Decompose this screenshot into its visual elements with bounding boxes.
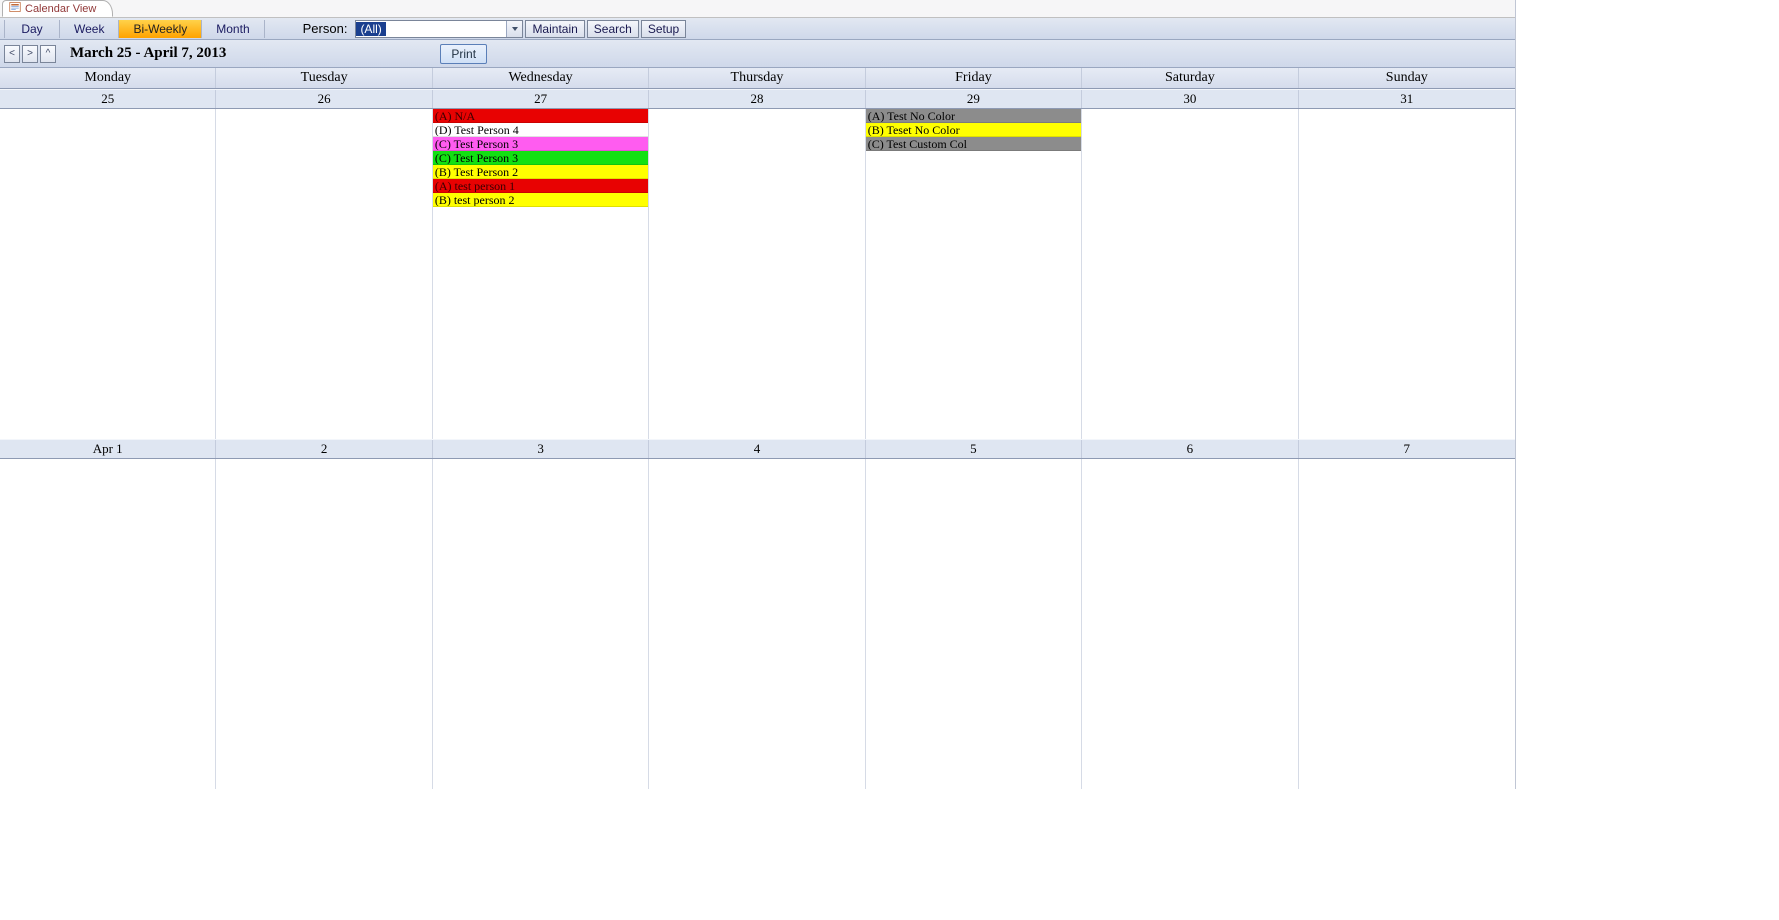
week2-days-row	[0, 459, 1515, 789]
day-cell[interactable]	[866, 459, 1082, 789]
prev-button[interactable]: <	[4, 45, 20, 63]
chevron-left-icon: <	[9, 48, 15, 59]
person-select[interactable]: (All)	[355, 20, 523, 38]
person-select-value: (All)	[356, 22, 386, 36]
weekday-cell: Tuesday	[216, 68, 432, 88]
person-label: Person:	[299, 21, 356, 36]
date-cell[interactable]: 31	[1299, 90, 1515, 108]
weekday-cell: Saturday	[1082, 68, 1298, 88]
next-button[interactable]: >	[22, 45, 38, 63]
search-button[interactable]: Search	[587, 20, 639, 38]
weekday-cell: Thursday	[649, 68, 865, 88]
event-bar[interactable]: (B) Test Person 2	[433, 165, 648, 179]
weekday-cell: Friday	[866, 68, 1082, 88]
day-cell[interactable]	[0, 109, 216, 439]
event-bar[interactable]: (C) Test Person 3	[433, 137, 648, 151]
weekday-cell: Wednesday	[433, 68, 649, 88]
date-cell[interactable]: 27	[433, 90, 649, 108]
chevron-down-icon[interactable]	[506, 21, 522, 37]
day-cell[interactable]	[216, 459, 432, 789]
maintain-button[interactable]: Maintain	[525, 20, 584, 38]
day-cell[interactable]: (A) Test No Color(B) Teset No Color(C) T…	[866, 109, 1082, 439]
date-cell[interactable]: 5	[866, 440, 1082, 458]
event-bar[interactable]: (B) test person 2	[433, 193, 648, 207]
date-cell[interactable]: 25	[0, 90, 216, 108]
form-icon	[9, 1, 21, 16]
day-cell[interactable]	[649, 109, 865, 439]
event-bar[interactable]: (D) Test Person 4	[433, 123, 648, 137]
date-cell[interactable]: 28	[649, 90, 865, 108]
week1-days-row: (A) N/A(D) Test Person 4(C) Test Person …	[0, 109, 1515, 439]
view-toolbar: DayWeekBi-WeeklyMonth Person: (All) Main…	[0, 18, 1515, 40]
day-cell[interactable]	[1299, 109, 1515, 439]
day-cell[interactable]	[649, 459, 865, 789]
view-btn-day[interactable]: Day	[4, 20, 60, 38]
up-button[interactable]: ^	[40, 45, 56, 63]
date-cell[interactable]: 6	[1082, 440, 1298, 458]
chevron-up-icon: ^	[46, 48, 51, 59]
date-cell[interactable]: 4	[649, 440, 865, 458]
event-bar[interactable]: (B) Teset No Color	[866, 123, 1081, 137]
day-cell[interactable]: (A) N/A(D) Test Person 4(C) Test Person …	[433, 109, 649, 439]
date-range-label: March 25 - April 7, 2013	[60, 45, 226, 62]
day-cell[interactable]	[433, 459, 649, 789]
date-cell[interactable]: Apr 1	[0, 440, 216, 458]
event-bar[interactable]: (C) Test Custom Col	[866, 137, 1081, 151]
date-cell[interactable]: 29	[866, 90, 1082, 108]
week2-dates-row: Apr 1234567	[0, 439, 1515, 459]
weekday-cell: Sunday	[1299, 68, 1515, 88]
setup-button[interactable]: Setup	[641, 20, 686, 38]
day-cell[interactable]	[1082, 459, 1298, 789]
date-cell[interactable]: 30	[1082, 90, 1298, 108]
date-cell[interactable]: 7	[1299, 440, 1515, 458]
print-button[interactable]: Print	[440, 44, 487, 64]
event-bar[interactable]: (C) Test Person 3	[433, 151, 648, 165]
event-bar[interactable]: (A) Test No Color	[866, 109, 1081, 123]
date-cell[interactable]: 2	[216, 440, 432, 458]
date-cell[interactable]: 26	[216, 90, 432, 108]
weekday-header-row: MondayTuesdayWednesdayThursdayFridaySatu…	[0, 68, 1515, 89]
view-btn-bi-weekly[interactable]: Bi-Weekly	[119, 20, 202, 38]
day-cell[interactable]	[1299, 459, 1515, 789]
document-tab-label: Calendar View	[25, 3, 96, 15]
document-tab-calendar[interactable]: Calendar View	[2, 0, 113, 17]
week1-dates-row: 25262728293031	[0, 89, 1515, 109]
day-cell[interactable]	[0, 459, 216, 789]
view-btn-month[interactable]: Month	[202, 20, 264, 38]
weekday-cell: Monday	[0, 68, 216, 88]
date-cell[interactable]: 3	[433, 440, 649, 458]
event-bar[interactable]: (A) test person 1	[433, 179, 648, 193]
day-cell[interactable]	[216, 109, 432, 439]
chevron-right-icon: >	[27, 48, 33, 59]
document-tabbar: Calendar View	[0, 0, 1515, 18]
view-buttons: DayWeekBi-WeeklyMonth	[4, 20, 265, 38]
event-bar[interactable]: (A) N/A	[433, 109, 648, 123]
view-btn-week[interactable]: Week	[60, 20, 119, 38]
nav-bar: < > ^ March 25 - April 7, 2013 Print	[0, 40, 1515, 68]
day-cell[interactable]	[1082, 109, 1298, 439]
